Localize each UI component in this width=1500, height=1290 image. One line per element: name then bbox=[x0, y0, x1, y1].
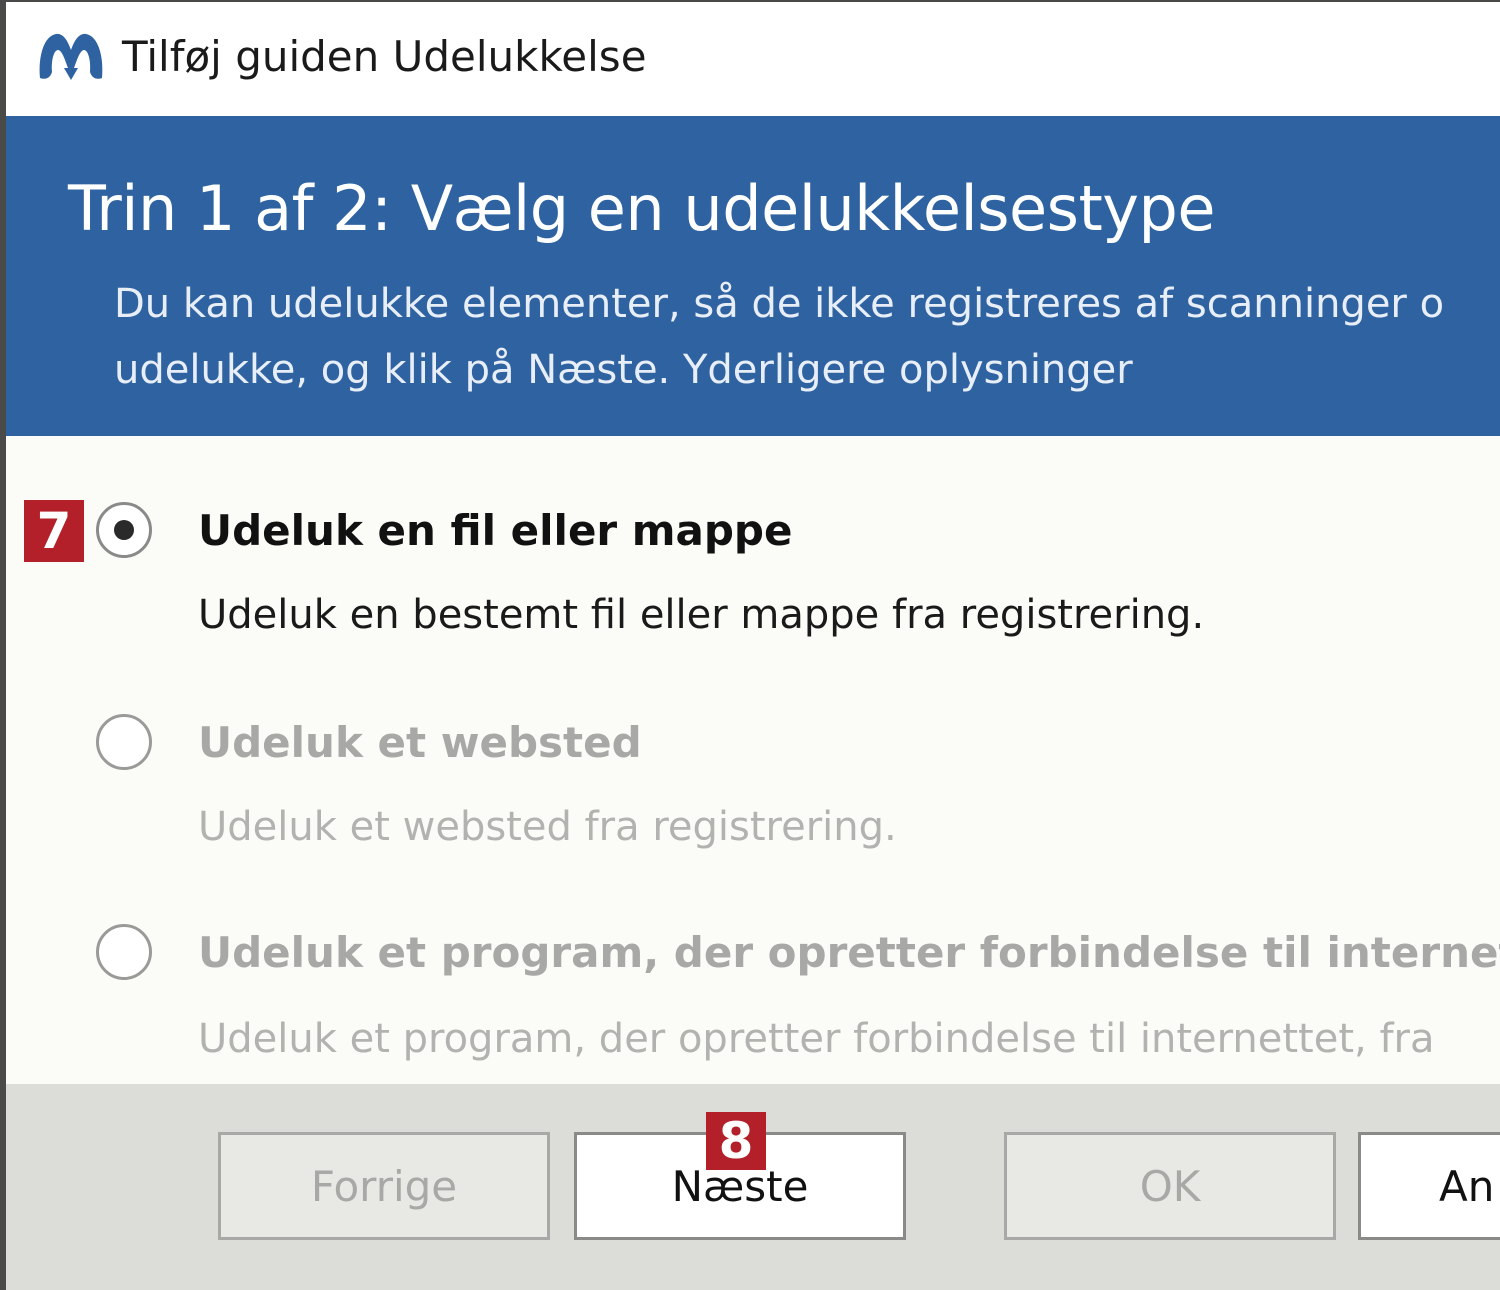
previous-button[interactable]: Forrige bbox=[218, 1132, 550, 1240]
option-label: Udeluk et websted bbox=[198, 718, 642, 767]
option-description: Udeluk et program, der opretter forbinde… bbox=[198, 1016, 1435, 1062]
step-banner: Trin 1 af 2: Vælg en udelukkelsestype Du… bbox=[6, 116, 1500, 436]
option-exclude-file-folder[interactable]: 7 Udeluk en fil eller mappe Udeluk en be… bbox=[6, 492, 1500, 652]
exclusion-wizard-window: Tilføj guiden Udelukkelse Trin 1 af 2: V… bbox=[0, 0, 1500, 1290]
radio-exclude-website[interactable] bbox=[96, 714, 152, 770]
option-exclude-program[interactable]: Udeluk et program, der opretter forbinde… bbox=[6, 914, 1500, 1084]
option-exclude-website[interactable]: Udeluk et websted Udeluk et websted fra … bbox=[6, 704, 1500, 864]
step-description-line-1: Du kan udelukke elementer, så de ikke re… bbox=[114, 281, 1445, 327]
radio-exclude-file-folder[interactable] bbox=[96, 502, 152, 558]
malwarebytes-logo-icon bbox=[39, 33, 103, 80]
option-description: Udeluk en bestemt fil eller mappe fra re… bbox=[198, 592, 1205, 638]
step-description-line-2: udelukke, og klik på Næste. Yderligere o… bbox=[114, 347, 1133, 393]
option-label: Udeluk et program, der opretter forbinde… bbox=[198, 928, 1500, 977]
step-title: Trin 1 af 2: Vælg en udelukkelsestype bbox=[68, 172, 1215, 245]
annotation-badge-8: 8 bbox=[706, 1112, 766, 1170]
ok-button[interactable]: OK bbox=[1004, 1132, 1336, 1240]
option-description: Udeluk et websted fra registrering. bbox=[198, 804, 897, 850]
option-label: Udeluk en fil eller mappe bbox=[198, 506, 793, 555]
window-title: Tilføj guiden Udelukkelse bbox=[122, 32, 647, 81]
cancel-button[interactable]: An bbox=[1358, 1132, 1500, 1240]
step-description: Du kan udelukke elementer, så de ikke re… bbox=[114, 271, 1444, 403]
title-bar: Tilføj guiden Udelukkelse bbox=[6, 2, 1500, 116]
annotation-badge-7: 7 bbox=[24, 500, 84, 562]
radio-exclude-program[interactable] bbox=[96, 924, 152, 980]
button-bar: Forrige Næste 8 OK An bbox=[6, 1084, 1500, 1290]
